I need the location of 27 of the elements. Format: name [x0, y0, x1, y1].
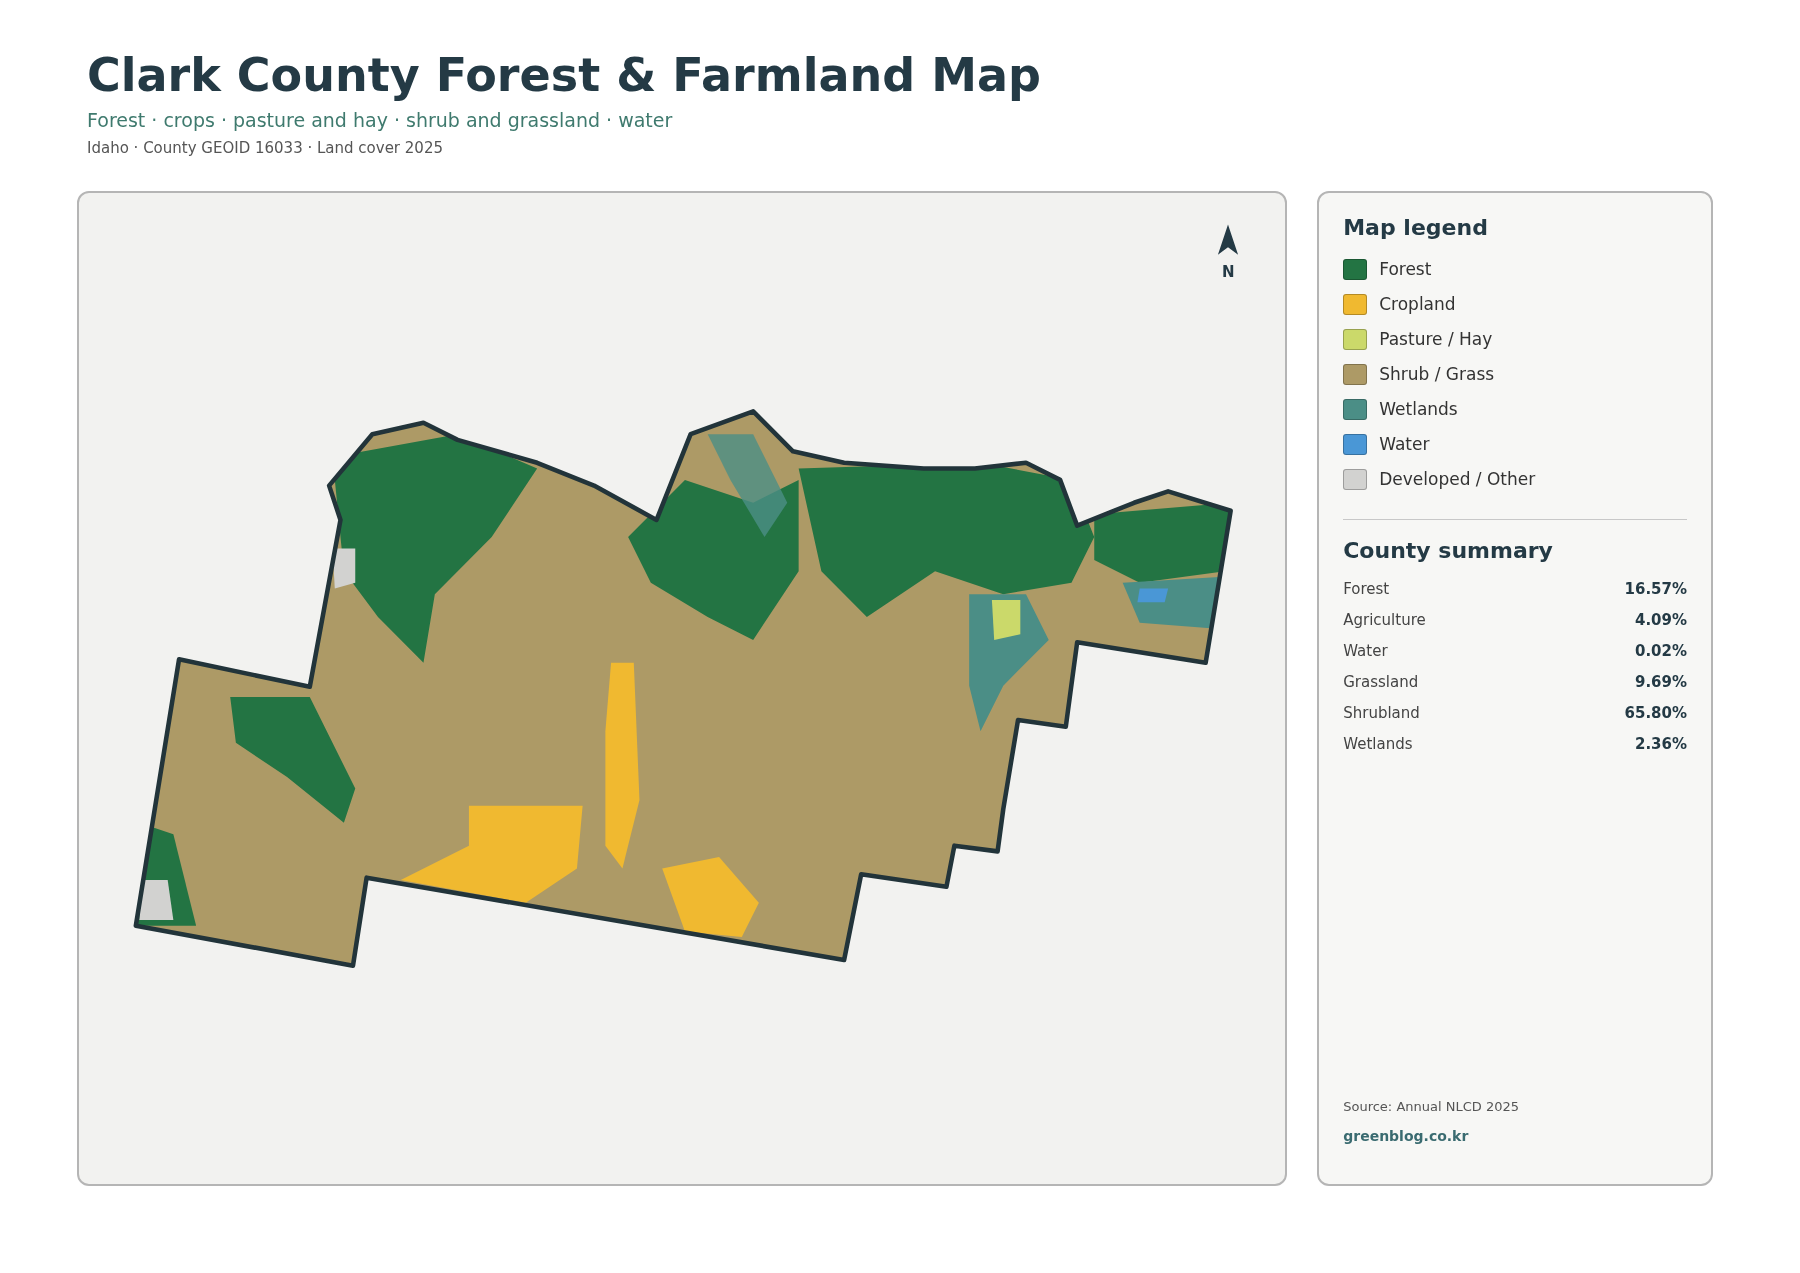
summary-label: Shrubland — [1343, 703, 1420, 724]
legend-title: Map legend — [1343, 215, 1489, 241]
map-meta: Idaho · County GEOID 16033 · Land cover 2025 — [87, 139, 444, 158]
summary-label: Water — [1343, 641, 1388, 662]
map-title: Clark County Forest & Farmland Map — [87, 48, 1042, 104]
legend-label: Shrub / Grass — [1379, 363, 1495, 387]
summary-value: 16.57% — [1624, 579, 1687, 600]
legend-label: Developed / Other — [1379, 468, 1536, 492]
summary-label: Grassland — [1343, 672, 1419, 693]
summary-label: Wetlands — [1343, 734, 1413, 755]
summary-value: 2.36% — [1634, 734, 1687, 755]
summary-title: County summary — [1343, 538, 1554, 564]
summary-value: 0.02% — [1634, 641, 1687, 662]
site-link[interactable]: greenblog.co.kr — [1343, 1128, 1469, 1145]
north-label: N — [1221, 263, 1235, 282]
legend-label: Pasture / Hay — [1379, 328, 1493, 352]
legend-label: Wetlands — [1379, 398, 1458, 422]
summary-label: Forest — [1343, 579, 1390, 600]
summary-label: Agriculture — [1343, 610, 1426, 631]
legend-label: Cropland — [1379, 293, 1456, 317]
legend-label: Forest — [1379, 258, 1432, 282]
source-note: Source: Annual NLCD 2025 — [1343, 1099, 1519, 1115]
legend-label: Water — [1379, 433, 1430, 457]
map-subtitle: Forest · crops · pasture and hay · shrub and grassland · water — [87, 109, 674, 132]
summary-value: 9.69% — [1634, 672, 1687, 693]
summary-value: 65.80% — [1624, 703, 1687, 724]
summary-value: 4.09% — [1634, 610, 1687, 631]
